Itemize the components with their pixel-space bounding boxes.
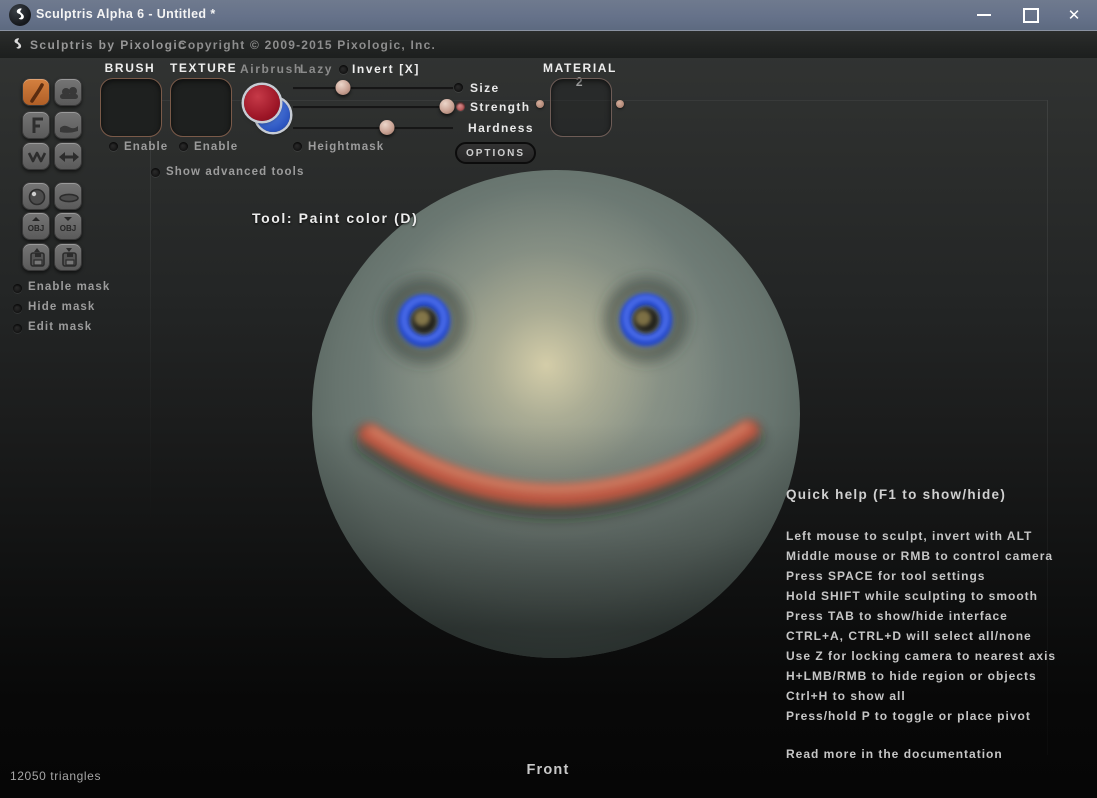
advanced-tools-radio[interactable] [151, 168, 160, 177]
invert-toggle[interactable]: Invert [X] [352, 62, 420, 76]
enable-mask-radio[interactable] [13, 284, 22, 293]
help-line: H+LMB/RMB to hide region or objects [786, 669, 1037, 683]
current-tool-label: Tool: Paint color (D) [252, 210, 419, 226]
invert-radio[interactable] [339, 65, 348, 74]
new-sphere-icon [28, 188, 46, 206]
arrow-up-icon [32, 217, 40, 221]
help-line: Use Z for locking camera to nearest axis [786, 649, 1057, 663]
edit-mask-label: Edit mask [28, 321, 93, 333]
hardness-slider[interactable] [293, 120, 453, 135]
triangle-count: 12050 triangles [10, 769, 102, 783]
quick-help-lines: Left mouse to sculpt, invert with ALT Mi… [786, 526, 1056, 726]
import-obj-button[interactable]: OBJ [22, 212, 50, 240]
paint-brush-icon [30, 83, 44, 103]
help-line: Middle mouse or RMB to control camera [786, 549, 1054, 563]
fill-tool-icon [32, 117, 43, 133]
help-line: CTRL+A, CTRL+D will select all/none [786, 629, 1032, 643]
new-sphere-button[interactable] [22, 182, 50, 210]
save-file-icon [62, 248, 77, 267]
help-footer: Read more in the documentation [786, 747, 1003, 761]
primary-color-swatch[interactable] [244, 85, 280, 121]
wireframe-icon [27, 151, 47, 163]
material-preview-box[interactable] [550, 78, 612, 137]
painted-face [356, 278, 762, 519]
save-file-button[interactable] [54, 243, 82, 271]
help-line: Left mouse to sculpt, invert with ALT [786, 529, 1033, 543]
hide-mask-label: Hide mask [28, 301, 96, 313]
new-plane-icon [59, 193, 79, 203]
advanced-tools-label: Show advanced tools [166, 166, 305, 178]
edit-mask-radio[interactable] [13, 324, 22, 333]
texture-section-label: TEXTURE [170, 61, 238, 75]
new-plane-button[interactable] [54, 182, 82, 210]
help-line: Ctrl+H to show all [786, 689, 906, 703]
hardness-label: Hardness [468, 121, 534, 135]
symmetry-button[interactable] [54, 142, 82, 170]
brand-text: Sculptris by Pixologic [30, 38, 187, 52]
maximize-button[interactable] [1013, 0, 1049, 30]
strength-slider[interactable] [293, 99, 455, 114]
info-bar: Sculptris by Pixologic Copyright © 2009-… [0, 31, 1097, 58]
flatten-brush-button[interactable] [54, 111, 82, 139]
bump-brush-button[interactable] [54, 78, 82, 106]
help-line: Press/hold P to toggle or place pivot [786, 709, 1031, 723]
material-next-button[interactable] [616, 100, 624, 108]
import-obj-icon: OBJ [27, 224, 45, 233]
size-slider-handle[interactable] [335, 80, 351, 95]
open-file-icon [30, 248, 45, 267]
wireframe-button[interactable] [22, 142, 50, 170]
flatten-brush-icon [60, 125, 78, 133]
material-prev-button[interactable] [536, 100, 544, 108]
quick-help-title: Quick help (F1 to show/hide) [786, 487, 1007, 502]
minimize-icon [977, 14, 991, 16]
enable-mask-label: Enable mask [28, 281, 111, 293]
viewport-frame-left [150, 100, 151, 530]
strength-slider-handle[interactable] [439, 99, 455, 114]
app-logo-icon [9, 4, 31, 26]
help-line: Hold SHIFT while sculpting to smooth [786, 589, 1038, 603]
brush-enable-label: Enable [124, 141, 169, 153]
brush-preview-box[interactable] [100, 78, 162, 137]
fill-tool-button[interactable] [22, 111, 50, 139]
arrow-down-icon [64, 217, 72, 221]
window-title: Sculptris Alpha 6 - Untitled * [36, 7, 216, 21]
export-obj-button[interactable]: OBJ [54, 212, 82, 240]
size-radio[interactable] [454, 83, 463, 92]
airbrush-toggle[interactable]: Airbrush [240, 62, 303, 76]
close-icon: ✕ [1067, 6, 1081, 24]
bump-brush-icon [60, 87, 78, 99]
hardness-slider-handle[interactable] [379, 120, 395, 135]
help-line: Press SPACE for tool settings [786, 569, 986, 583]
camera-orientation-label: Front [526, 762, 570, 778]
texture-enable-label: Enable [194, 141, 239, 153]
maximize-icon [1023, 7, 1039, 23]
open-file-button[interactable] [22, 243, 50, 271]
options-button[interactable]: OPTIONS [455, 142, 536, 164]
symmetry-icon [59, 152, 79, 162]
paint-brush-button[interactable] [22, 78, 50, 106]
help-line: Press TAB to show/hide interface [786, 609, 1008, 623]
lazy-toggle[interactable]: Lazy [300, 62, 333, 76]
size-slider[interactable] [293, 80, 453, 95]
copyright-text: Copyright © 2009-2015 Pixologic, Inc. [178, 38, 436, 52]
title-bar: Sculptris Alpha 6 - Untitled * ✕ [0, 0, 1097, 31]
heightmask-label: Heightmask [308, 141, 385, 153]
brush-enable-radio[interactable] [109, 142, 118, 151]
hide-mask-radio[interactable] [13, 304, 22, 313]
texture-preview-box[interactable] [170, 78, 232, 137]
brand-logo-icon [14, 38, 22, 49]
heightmask-radio[interactable] [293, 142, 302, 151]
close-button[interactable]: ✕ [1056, 0, 1092, 30]
export-obj-icon: OBJ [59, 224, 77, 233]
texture-enable-radio[interactable] [179, 142, 188, 151]
sculptris-window: Sculptris Alpha 6 - Untitled * ✕ Sculptr… [0, 0, 1097, 798]
minimize-button[interactable] [966, 0, 1002, 30]
strength-active-dot[interactable] [456, 102, 465, 111]
brush-section-label: BRUSH [104, 61, 156, 75]
size-label: Size [470, 81, 500, 95]
strength-label: Strength [470, 100, 531, 114]
sculpt-sphere[interactable] [312, 170, 800, 658]
